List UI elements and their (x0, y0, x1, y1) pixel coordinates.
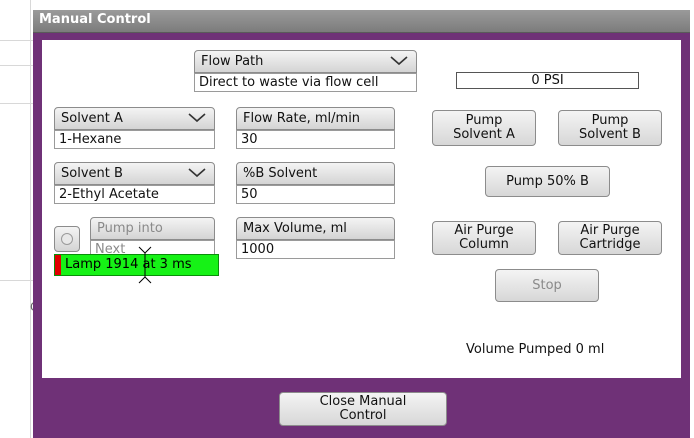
solvent-b-dropdown[interactable]: Solvent B (54, 162, 215, 185)
button-line: Air Purge (580, 223, 640, 238)
chevron-down-icon (188, 113, 206, 123)
pump-solvent-b-button[interactable]: Pump Solvent B (558, 110, 662, 146)
lamp-indicator (55, 255, 61, 275)
title-bar[interactable]: Manual Control (33, 10, 690, 33)
window-title: Manual Control (39, 12, 151, 27)
manual-control-window: Manual Control Flow Path Direct to waste… (33, 10, 690, 438)
flow-path-value[interactable]: Direct to waste via flow cell (194, 73, 417, 92)
close-manual-control-button[interactable]: Close Manual Control (279, 392, 447, 426)
solvent-a-label: Solvent A (61, 111, 123, 126)
percent-b-input[interactable]: 50 (236, 185, 395, 204)
button-line: Air Purge (454, 223, 514, 238)
lamp-status-text: Lamp 1914 at 3 ms (65, 257, 192, 272)
flow-path-dropdown[interactable]: Flow Path (194, 50, 417, 73)
solvent-a-dropdown[interactable]: Solvent A (54, 107, 215, 130)
button-line: Control (339, 408, 387, 423)
bg-gridline (0, 40, 33, 41)
solvent-a-value[interactable]: 1-Hexane (54, 130, 215, 149)
button-line: Cartridge (579, 237, 641, 252)
button-line: Close Manual (319, 394, 407, 409)
solvent-b-label: Solvent B (61, 166, 123, 181)
chevron-down-icon (188, 168, 206, 178)
ibeam-cursor-icon (138, 246, 152, 284)
chevron-down-icon (390, 56, 408, 66)
radio-circle-icon (61, 233, 73, 245)
pump-into-radio[interactable] (54, 226, 80, 252)
stop-button[interactable]: Stop (495, 269, 599, 302)
button-line: Column (459, 237, 509, 252)
flow-path-label: Flow Path (201, 54, 264, 69)
pump-solvent-a-button[interactable]: Pump Solvent A (432, 110, 536, 146)
button-line: Pump (591, 113, 629, 128)
button-line: Pump (465, 113, 503, 128)
bg-gridline (30, 0, 31, 438)
button-line: Solvent B (579, 127, 641, 142)
button-line: Solvent A (453, 127, 515, 142)
air-purge-column-button[interactable]: Air Purge Column (432, 221, 536, 255)
max-volume-input[interactable]: 1000 (236, 240, 395, 259)
bg-gridline (0, 65, 33, 66)
lamp-status: Lamp 1914 at 3 ms (54, 254, 219, 276)
flow-rate-label: Flow Rate, ml/min (236, 107, 395, 130)
percent-b-label: %B Solvent (236, 162, 395, 185)
solvent-b-value[interactable]: 2-Ethyl Acetate (54, 185, 215, 204)
max-volume-label: Max Volume, ml (236, 217, 395, 240)
pump-into-label: Pump into (90, 217, 215, 240)
bg-gridline (0, 280, 33, 281)
pump-50-percent-b-button[interactable]: Pump 50% B (485, 166, 610, 197)
control-panel: Flow Path Direct to waste via flow cell … (42, 40, 681, 378)
flow-rate-input[interactable]: 30 (236, 130, 395, 149)
pressure-readout: 0 PSI (456, 72, 639, 89)
air-purge-cartridge-button[interactable]: Air Purge Cartridge (558, 221, 662, 255)
bg-gridline (0, 103, 33, 104)
volume-pumped-text: Volume Pumped 0 ml (466, 342, 605, 357)
